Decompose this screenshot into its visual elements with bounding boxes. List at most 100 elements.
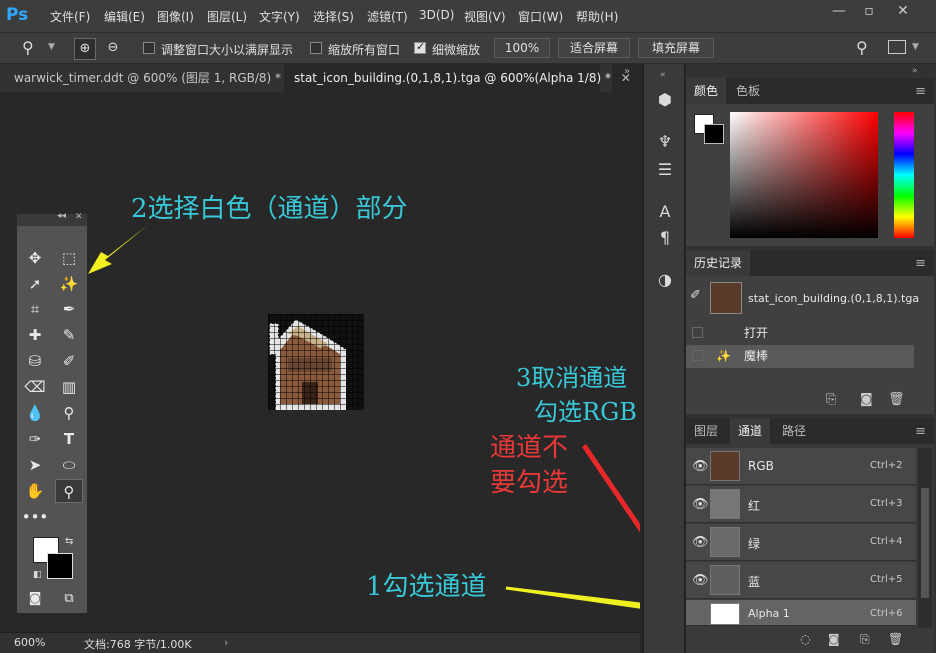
tab-history[interactable]: 历史记录 bbox=[686, 250, 751, 276]
zoom-tool-icon[interactable]: ⚲ bbox=[22, 38, 34, 57]
tab-warwick-timer[interactable]: warwick_timer.ddt @ 600% (图层 1, RGB/8) *… bbox=[4, 64, 301, 92]
panel-menu-icon[interactable]: ≡ bbox=[915, 256, 926, 271]
panel-menu-icon[interactable]: ≡ bbox=[915, 84, 926, 99]
brush-preset-icon[interactable]: ♆ bbox=[653, 130, 677, 154]
scrubby-zoom-checkbox[interactable] bbox=[414, 40, 426, 54]
eye-icon[interactable]: 👁 bbox=[692, 497, 709, 512]
dock-expand-icon[interactable]: « bbox=[660, 70, 666, 80]
zoom-out-icon[interactable]: ⊖ bbox=[102, 38, 124, 60]
toolbox-header[interactable]: ◂◂ ✕ bbox=[17, 211, 87, 226]
channel-row-blue[interactable]: 👁 蓝 Ctrl+5 bbox=[686, 562, 916, 599]
tab-swatches[interactable]: 色板 bbox=[728, 78, 768, 104]
default-colors-icon[interactable]: ◧ bbox=[33, 570, 42, 580]
menu-layer[interactable]: 图层(L) bbox=[207, 8, 247, 25]
color-spectrum-field[interactable] bbox=[730, 112, 878, 238]
eye-icon[interactable]: 👁 bbox=[692, 535, 709, 550]
brush-tool-icon[interactable]: ✎ bbox=[55, 323, 83, 347]
dodge-tool-icon[interactable]: ⚲ bbox=[55, 401, 83, 425]
more-tools-icon[interactable]: ••• bbox=[21, 505, 49, 529]
load-channel-as-selection-icon[interactable]: ◌ bbox=[800, 632, 810, 646]
character-icon[interactable]: A bbox=[653, 200, 677, 224]
new-document-from-state-icon[interactable]: ⎘ bbox=[826, 392, 836, 407]
new-snapshot-icon[interactable]: ◙ bbox=[860, 392, 873, 407]
menu-view[interactable]: 视图(V) bbox=[464, 8, 506, 25]
snapshot-name[interactable]: stat_icon_building.(0,1,8,1).tga bbox=[748, 292, 919, 305]
channel-row-green[interactable]: 👁 绿 Ctrl+4 bbox=[686, 524, 916, 561]
crop-tool-icon[interactable]: ⌗ bbox=[21, 297, 49, 321]
menu-window[interactable]: 窗口(W) bbox=[518, 8, 563, 25]
zoom-100-button[interactable]: 100% bbox=[494, 38, 550, 58]
hue-slider[interactable] bbox=[894, 112, 914, 238]
menu-type[interactable]: 文字(Y) bbox=[259, 8, 300, 25]
zoom-all-checkbox[interactable] bbox=[310, 42, 322, 54]
channels-scrollbar[interactable] bbox=[918, 448, 932, 628]
restore-icon[interactable]: ▫ bbox=[856, 3, 882, 19]
tab-color[interactable]: 颜色 bbox=[686, 78, 727, 104]
ellipse-tool-icon[interactable]: ⬭ bbox=[55, 453, 83, 477]
eraser-tool-icon[interactable]: ⌫ bbox=[21, 375, 49, 399]
adjustments-icon[interactable]: ☰ bbox=[653, 158, 677, 182]
menu-edit[interactable]: 编辑(E) bbox=[104, 8, 145, 25]
history-brush-tool-icon[interactable]: ✐ bbox=[55, 349, 83, 373]
zoom-in-icon[interactable]: ⊕ bbox=[74, 38, 96, 60]
tab-channels[interactable]: 通道 bbox=[730, 418, 771, 444]
lasso-tool-icon[interactable]: ➚ bbox=[21, 272, 49, 296]
hand-tool-icon[interactable]: ✋ bbox=[21, 479, 49, 503]
clone-stamp-tool-icon[interactable]: ⛁ bbox=[21, 349, 49, 373]
panel-menu-icon[interactable]: ≡ bbox=[915, 424, 926, 439]
tab-stat-icon-building[interactable]: stat_icon_building.(0,1,8,1).tga @ 600%(… bbox=[284, 64, 631, 92]
history-item-magic-wand[interactable]: ✨ 魔棒 bbox=[686, 345, 914, 368]
channel-row-alpha1[interactable]: Alpha 1 Ctrl+6 bbox=[686, 600, 916, 626]
channel-row-rgb[interactable]: 👁 RGB Ctrl+2 bbox=[686, 448, 916, 485]
blur-tool-icon[interactable]: 💧 bbox=[21, 401, 49, 425]
eye-icon[interactable]: 👁 bbox=[692, 573, 709, 588]
menu-filter[interactable]: 滤镜(T) bbox=[367, 8, 408, 25]
save-selection-as-channel-icon[interactable]: ◙ bbox=[828, 632, 840, 646]
magic-wand-tool-icon[interactable]: ✨ bbox=[55, 272, 83, 296]
workspace-icon[interactable] bbox=[888, 40, 906, 54]
tab-layers[interactable]: 图层 bbox=[686, 418, 726, 444]
path-selection-tool-icon[interactable]: ➤ bbox=[21, 453, 49, 477]
zoom-tool-icon[interactable]: ⚲ bbox=[55, 479, 83, 503]
3d-icon[interactable]: ⬢ bbox=[653, 88, 677, 112]
history-brush-source-icon[interactable]: ✐ bbox=[690, 288, 701, 303]
navigator-icon[interactable]: ◑ bbox=[653, 268, 677, 292]
workspace-chevron-icon[interactable]: ▼ bbox=[912, 42, 919, 52]
pen-tool-icon[interactable]: ✑ bbox=[21, 427, 49, 451]
bg-color-swatch[interactable] bbox=[704, 124, 724, 144]
fill-screen-button[interactable]: 填充屏幕 bbox=[638, 38, 714, 58]
marquee-tool-icon[interactable]: ⬚ bbox=[55, 246, 83, 270]
gradient-tool-icon[interactable]: ▥ bbox=[55, 375, 83, 399]
tab-paths[interactable]: 路径 bbox=[774, 418, 814, 444]
move-tool-icon[interactable]: ✥ bbox=[21, 246, 49, 270]
tabs-collapse-icon[interactable]: » bbox=[624, 66, 630, 77]
history-item-open[interactable]: 打开 bbox=[686, 322, 914, 345]
menu-help[interactable]: 帮助(H) bbox=[576, 8, 618, 25]
swap-colors-icon[interactable]: ⇆ bbox=[65, 536, 73, 547]
collapse-icon[interactable]: ◂◂ bbox=[57, 211, 66, 221]
new-channel-icon[interactable]: ⎘ bbox=[860, 632, 870, 647]
close-icon[interactable]: ✕ bbox=[890, 3, 916, 19]
trash-icon[interactable]: 🗑 bbox=[888, 632, 903, 646]
chevron-right-icon[interactable]: › bbox=[224, 636, 228, 649]
chevron-down-icon[interactable]: ▼ bbox=[48, 42, 55, 52]
eyedropper-tool-icon[interactable]: ✒ bbox=[55, 297, 83, 321]
background-color-swatch[interactable] bbox=[47, 553, 73, 579]
healing-brush-tool-icon[interactable]: ✚ bbox=[21, 323, 49, 347]
menu-file[interactable]: 文件(F) bbox=[50, 8, 90, 25]
type-tool-icon[interactable]: T bbox=[55, 427, 83, 451]
menu-select[interactable]: 选择(S) bbox=[313, 8, 354, 25]
trash-icon[interactable]: 🗑 bbox=[888, 392, 905, 407]
panels-collapse-icon[interactable]: » bbox=[912, 66, 918, 76]
zoom-level[interactable]: 600% bbox=[14, 636, 45, 649]
quick-mask-icon[interactable]: ◙ bbox=[21, 587, 49, 611]
resize-windows-checkbox[interactable] bbox=[143, 42, 155, 54]
eye-icon[interactable]: 👁 bbox=[692, 459, 709, 474]
paragraph-icon[interactable]: ¶ bbox=[653, 226, 677, 250]
fit-screen-button[interactable]: 适合屏幕 bbox=[558, 38, 630, 58]
channel-row-red[interactable]: 👁 红 Ctrl+3 bbox=[686, 486, 916, 523]
search-icon[interactable]: ⚲ bbox=[856, 38, 868, 57]
menu-image[interactable]: 图像(I) bbox=[157, 8, 194, 25]
menu-3d[interactable]: 3D(D) bbox=[419, 8, 454, 22]
close-icon[interactable]: ✕ bbox=[75, 212, 83, 222]
